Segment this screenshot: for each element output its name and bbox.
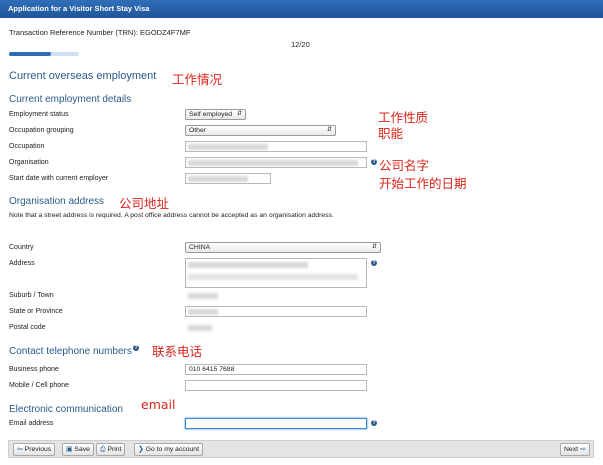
save-label: Save [74,446,90,453]
redacted-text [188,176,248,182]
go-to-account-label: Go to my account [145,446,199,453]
postal-code-label: Postal code [9,324,46,331]
business-phone-label: Business phone [9,366,59,373]
save-button[interactable]: ▣ Save [62,443,94,456]
email-help-icon[interactable]: ? [371,420,377,426]
email-input[interactable] [185,418,367,429]
redacted-text [188,325,212,331]
section-title-electronic-communication: Electronic communication [9,404,123,415]
next-button[interactable]: Next ⇨ [560,443,590,456]
mobile-phone-input[interactable] [185,380,367,391]
occupation-grouping-select[interactable]: Other ⇵ [185,125,336,136]
occupation-input[interactable] [185,141,367,152]
floppy-disk-icon: ▣ [66,446,73,453]
suburb-input[interactable] [185,290,367,301]
section-title-overseas-employment: Current overseas employment [9,70,157,82]
redacted-text [188,144,268,150]
annotation-start-date: 开始工作的日期 [379,176,467,191]
progress-bar [9,52,79,56]
progress-bar-fill [9,52,51,56]
email-label: Email address [9,420,54,427]
annotation-work-situation: 工作情况 [172,72,223,87]
occupation-label: Occupation [9,143,45,150]
redacted-text [188,309,218,315]
go-to-account-button[interactable]: ❯ Go to my account [134,443,203,456]
occupation-grouping-label: Occupation grouping [9,127,74,134]
employment-status-select[interactable]: Self employed ⇵ [185,109,246,120]
employment-status-value: Self employed [189,111,233,118]
contact-help-icon[interactable]: ? [133,345,139,351]
print-label: Print [107,446,122,453]
trn-label: Transaction Reference Number (TRN): EGOD… [9,28,191,37]
annotation-function: 职能 [378,126,404,141]
redacted-text [188,160,358,166]
select-arrows-icon: ⇵ [371,244,377,250]
postal-code-input[interactable] [185,322,215,333]
annotation-contact-phone: 联系电话 [152,344,203,359]
country-value: CHINA [189,244,211,251]
state-input[interactable] [185,306,367,317]
business-phone-input[interactable]: 010 6415 7688 [185,364,367,375]
section-title-organisation-address: Organisation address [9,196,105,207]
redacted-text [188,274,358,280]
next-label: Next [564,446,578,453]
window-title: Application for a Visitor Short Stay Vis… [0,0,603,18]
annotation-company-name: 公司名字 [379,158,430,173]
organisation-label: Organisation [9,159,49,166]
redacted-text [188,262,308,268]
footer-toolbar: ⇦ Previous ▣ Save ⎙ Print ❯ Go to my account… [8,440,594,458]
section-title-employment-details: Current employment details [9,94,132,105]
redacted-text [188,293,218,299]
country-label: Country [9,244,34,251]
arrow-right-icon: ⇨ [579,446,586,453]
previous-label: Previous [24,446,52,453]
address-input[interactable] [185,258,367,288]
annotation-email: email [141,397,176,412]
mobile-phone-label: Mobile / Cell phone [9,382,69,389]
printer-icon: ⎙ [100,446,106,453]
country-select[interactable]: CHINA ⇵ [185,242,381,253]
chevron-right-icon: ❯ [138,446,144,453]
previous-button[interactable]: ⇦ Previous [13,443,56,456]
address-label: Address [9,260,35,267]
select-arrows-icon: ⇵ [236,111,242,117]
annotation-company-address: 公司地址 [119,196,170,211]
employment-status-label: Employment status [9,111,69,118]
address-note: Note that a street address is required. … [9,212,334,219]
section-title-contact-telephone: Contact telephone numbers [9,346,132,357]
suburb-label: Suburb / Town [9,292,54,299]
start-date-label: Start date with current employer [9,175,109,182]
address-help-icon[interactable]: ? [371,260,377,266]
start-date-input[interactable] [185,173,271,184]
arrow-left-icon: ⇦ [17,446,23,453]
organisation-input[interactable] [185,157,367,168]
select-arrows-icon: ⇵ [326,127,332,133]
print-button[interactable]: ⎙ Print [96,443,126,456]
page-count: 12/20 [291,40,310,49]
state-label: State or Province [9,308,63,315]
organisation-help-icon[interactable]: ? [371,159,377,165]
occupation-grouping-value: Other [189,127,206,134]
